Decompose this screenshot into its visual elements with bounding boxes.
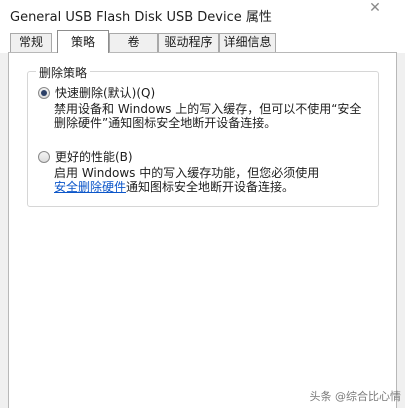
quick-removal-desc-prefix: 删除硬件 — [54, 116, 103, 130]
better-performance-radio[interactable] — [38, 150, 50, 163]
quick-removal-desc-line1: 禁用设备和 Windows 上的写入缓存，但可以不使用“安全 — [54, 102, 362, 116]
properties-window: General USB Flash Disk USB Device 属性 ✕ 常… — [0, 0, 405, 408]
tab-general[interactable]: 常规 — [10, 33, 52, 52]
tab-panel-policies: 删除策略 快速删除(默认)(Q) 禁用设备和 Windows 上的写入缓存，但可… — [8, 52, 397, 408]
better-performance-label: 更好的性能(B) — [55, 150, 133, 164]
quick-removal-label: 快速删除(默认)(Q) — [55, 86, 156, 100]
better-performance-desc-line2: 安全删除硬件通知图标安全地断开设备连接。 — [54, 180, 294, 194]
better-performance-desc-line1: 启用 Windows 中的写入缓存功能，但您必须使用 — [54, 166, 320, 180]
quick-removal-desc-line2: 删除硬件”通知图标安全地断开设备连接。 — [54, 116, 276, 130]
tab-driver[interactable]: 驱动程序 — [158, 33, 219, 52]
group-title: 删除策略 — [36, 64, 91, 81]
safely-remove-hardware-link[interactable]: 安全删除硬件 — [54, 180, 126, 194]
better-performance-option[interactable]: 更好的性能(B) — [38, 148, 133, 165]
tab-volumes[interactable]: 卷 — [109, 33, 158, 52]
close-icon[interactable]: ✕ — [361, 0, 389, 18]
better-performance-desc-suffix: 通知图标安全地断开设备连接。 — [126, 180, 295, 194]
watermark-text: 头条 @综合比心情 — [309, 390, 402, 403]
tab-policies[interactable]: 策略 — [57, 30, 109, 53]
tab-strip: 常规 策略 卷 驱动程序 详细信息 — [0, 28, 405, 53]
removal-policy-group: 删除策略 快速删除(默认)(Q) 禁用设备和 Windows 上的写入缓存，但可… — [27, 64, 379, 207]
quick-removal-desc-suffix: ”通知图标安全地断开设备连接。 — [102, 116, 277, 130]
quick-removal-option[interactable]: 快速删除(默认)(Q) — [38, 84, 155, 101]
window-title: General USB Flash Disk USB Device 属性 — [10, 10, 272, 25]
quick-removal-radio[interactable] — [38, 86, 50, 99]
tab-details[interactable]: 详细信息 — [219, 33, 276, 52]
title-bar[interactable]: General USB Flash Disk USB Device 属性 ✕ — [0, 0, 405, 28]
